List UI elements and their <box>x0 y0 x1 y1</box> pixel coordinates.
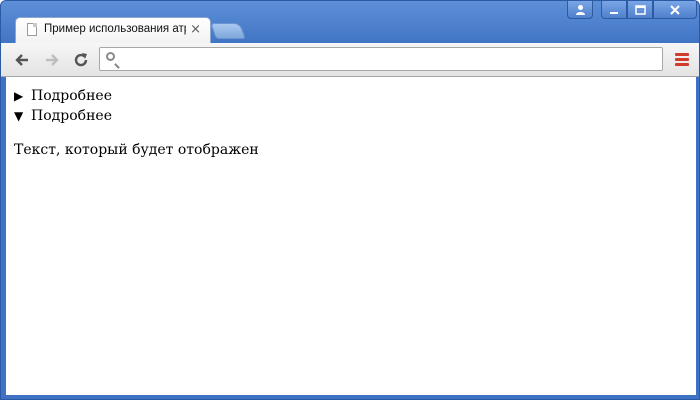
user-glyph-icon <box>575 5 585 15</box>
expand-triangle-icon: ▶ <box>14 89 24 103</box>
minimize-icon <box>610 11 618 14</box>
user-icon[interactable] <box>567 1 593 19</box>
forward-arrow-icon <box>46 54 59 66</box>
menu-bar <box>675 58 689 61</box>
tab-title: Пример использования атр <box>44 23 186 35</box>
window-controls <box>567 1 697 21</box>
minimize-button[interactable] <box>601 1 627 19</box>
title-bar: Пример использования атр × <box>1 1 699 45</box>
maximize-icon <box>634 4 646 15</box>
browser-toolbar <box>1 43 699 77</box>
reload-icon <box>74 53 88 67</box>
address-bar[interactable] <box>99 47 663 71</box>
reload-button[interactable] <box>70 49 92 71</box>
summary-label: Подробнее <box>31 108 112 124</box>
address-input[interactable] <box>124 50 658 70</box>
tab-active[interactable]: Пример использования атр × <box>15 17 211 43</box>
close-window-button[interactable] <box>653 1 697 19</box>
search-icon <box>106 52 115 61</box>
details-summary-open[interactable]: ▼ Подробнее <box>14 106 696 126</box>
summary-label: Подробнее <box>31 88 112 104</box>
details-body-text: Текст, который будет отображен <box>14 142 259 158</box>
tab-close-icon[interactable]: × <box>190 22 201 38</box>
maximize-button[interactable] <box>627 1 653 19</box>
new-tab-button[interactable] <box>210 23 246 39</box>
back-button[interactable] <box>11 49 33 71</box>
page-content: ▶ Подробнее ▼ Подробнее Текст, который б… <box>6 77 696 395</box>
forward-button[interactable] <box>41 49 63 71</box>
collapse-triangle-icon: ▼ <box>14 109 24 123</box>
document-icon <box>27 23 37 36</box>
menu-icon[interactable] <box>675 53 689 66</box>
menu-bar <box>675 53 689 56</box>
browser-window: Пример использования атр × ▶ Подробнее ▼… <box>0 0 700 400</box>
details-summary-collapsed[interactable]: ▶ Подробнее <box>14 86 696 106</box>
close-icon <box>670 4 680 15</box>
back-arrow-icon <box>15 54 28 66</box>
menu-bar <box>675 63 689 66</box>
